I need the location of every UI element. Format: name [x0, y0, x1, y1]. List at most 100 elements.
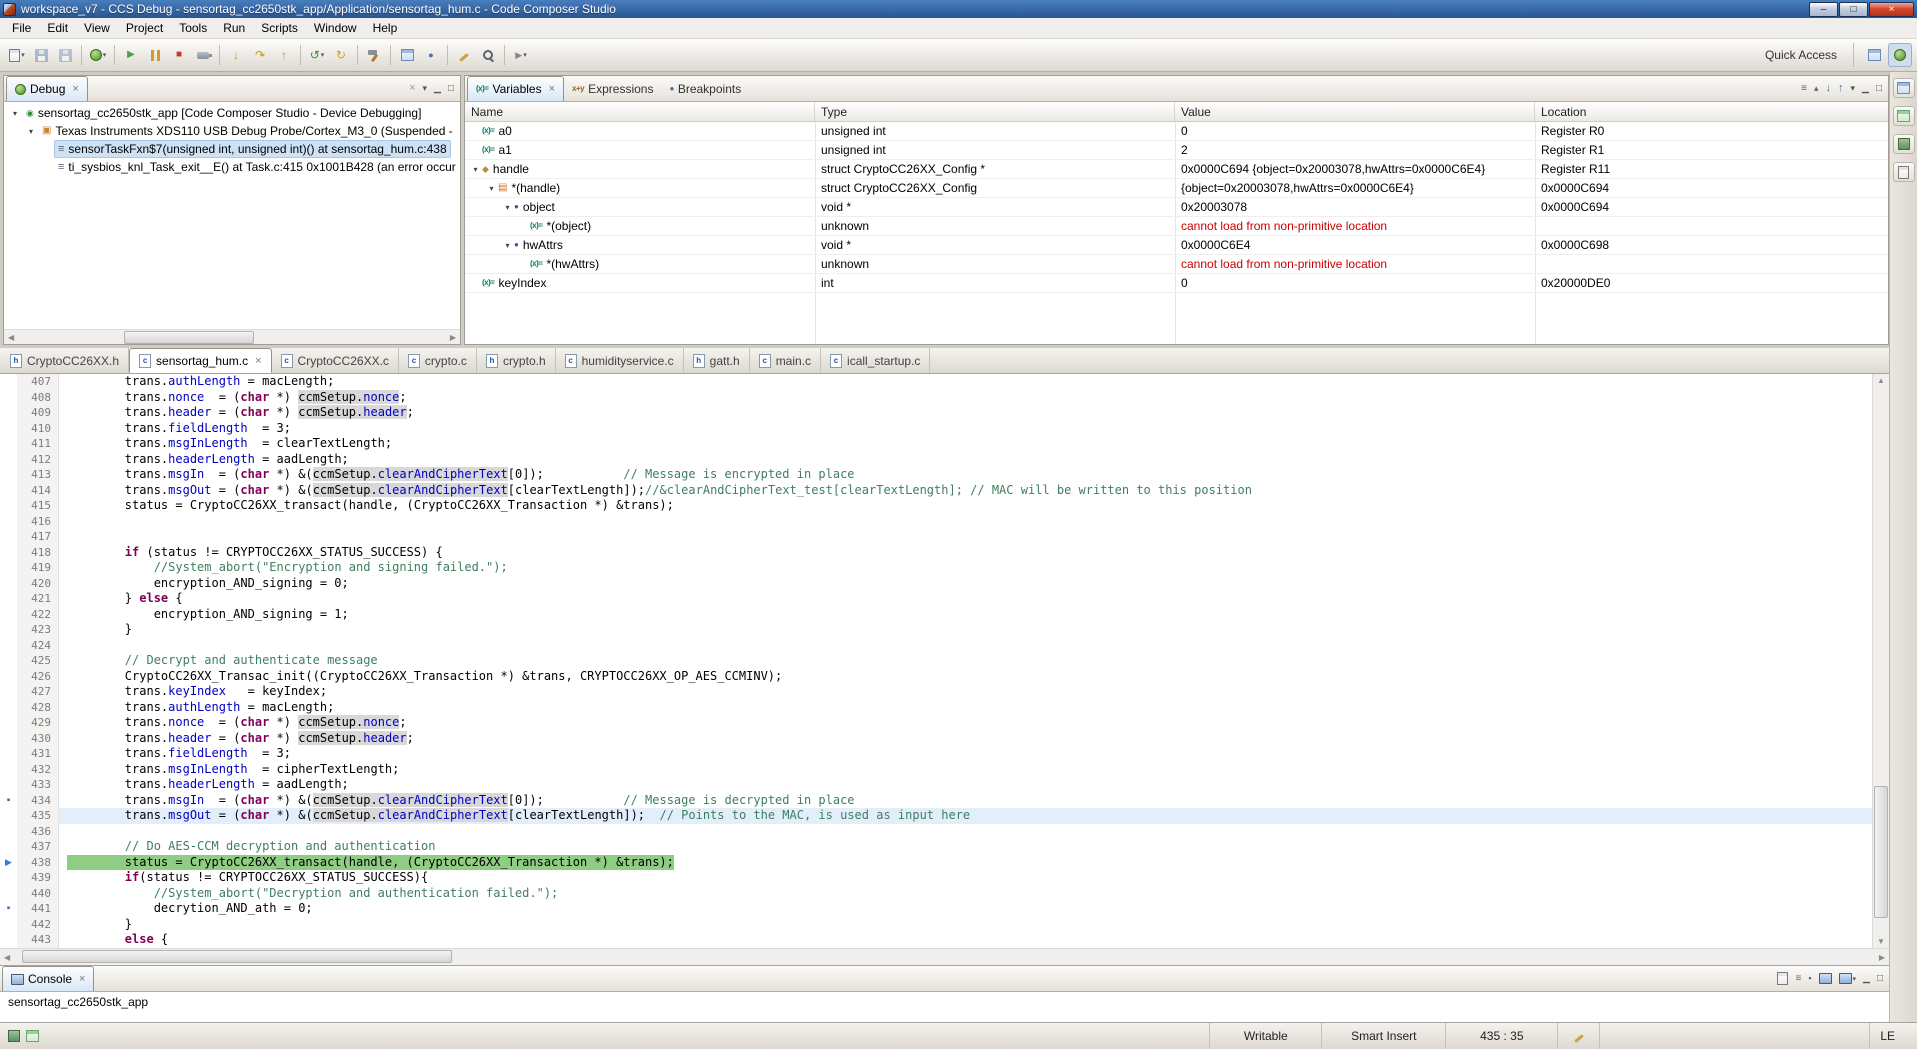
code-line[interactable]: 439 if(status != CRYPTOCC26XX_STATUS_SUC…	[0, 870, 1872, 886]
save-all-button[interactable]	[54, 43, 76, 67]
expand-arrow-icon[interactable]: ▾	[24, 127, 38, 136]
debug-tree-row[interactable]: ▾ ▣ Texas Instruments XDS110 USB Debug Pro…	[4, 122, 460, 140]
menu-run[interactable]: Run	[215, 19, 253, 37]
code-line[interactable]: ▪ 434 trans.msgIn = (char *) &(ccmSetup.c…	[0, 792, 1872, 808]
code-line[interactable]: 422 encryption_AND_signing = 1;	[0, 606, 1872, 622]
scroll-right-icon[interactable]: ▶	[1879, 953, 1885, 962]
variable-row[interactable]: (x)= a0 unsigned int 0 Register R0	[465, 122, 1888, 141]
clear-console-button[interactable]	[1777, 972, 1789, 985]
dropdown-arrow-icon[interactable]: ▾	[21, 51, 25, 59]
code-line[interactable]: 431 trans.fieldLength = 3;	[0, 746, 1872, 762]
code-line[interactable]: 410 trans.fieldLength = 3;	[0, 420, 1872, 436]
scroll-left-icon[interactable]: ◀	[8, 333, 14, 342]
editor-tab-CryptoCC26XX.c[interactable]: c CryptoCC26XX.c	[272, 348, 399, 373]
code-line[interactable]: 437 // Do AES-CCM decryption and authent…	[0, 839, 1872, 855]
editor-tab-main.c[interactable]: c main.c	[750, 348, 822, 373]
code-line[interactable]: 433 trans.headerLength = aadLength;	[0, 777, 1872, 793]
close-window-button[interactable]: ×	[1869, 1, 1914, 17]
menu-help[interactable]: Help	[365, 19, 406, 37]
code-line[interactable]: 426 CryptoCC26XX_Transac_init((CryptoCC2…	[0, 668, 1872, 684]
terminate-button[interactable]: ■	[168, 43, 190, 67]
column-header-location[interactable]: Location	[1535, 102, 1888, 121]
code-line[interactable]: 440 //System_abort("Decryption and authe…	[0, 885, 1872, 901]
dropdown-arrow-icon[interactable]: ▾	[103, 51, 107, 59]
code-line[interactable]: 429 trans.nonce = (char *) ccmSetup.nonc…	[0, 715, 1872, 731]
new-file-button[interactable]: ▾	[6, 43, 28, 67]
tree-item[interactable]: ▣ Texas Instruments XDS110 USB Debug Prob…	[38, 122, 460, 140]
minimized-view-3-button[interactable]	[1892, 134, 1915, 154]
maximize-view-button[interactable]: □	[448, 83, 454, 94]
search-button[interactable]	[477, 43, 499, 67]
variable-row[interactable]: (x)= *(object) unknown cannot load from non…	[465, 217, 1888, 236]
minimize-view-button[interactable]: ▁	[1862, 84, 1869, 93]
import-button[interactable]: ↓	[1826, 83, 1832, 94]
scroll-lock-button[interactable]: ≡	[1795, 973, 1801, 984]
editor-tab-crypto.c[interactable]: c crypto.c	[399, 348, 477, 373]
scroll-up-icon[interactable]: ▲	[1877, 376, 1885, 385]
tab-breakpoints[interactable]: ● Breakpoints	[661, 76, 749, 101]
resume-button[interactable]: ▶	[120, 43, 142, 67]
minimize-view-button[interactable]: ▁	[1863, 974, 1870, 983]
menu-scripts[interactable]: Scripts	[253, 19, 306, 37]
code-line[interactable]: 442 }	[0, 916, 1872, 932]
editor-tab-icall_startup.c[interactable]: c icall_startup.c	[821, 348, 931, 373]
tree-item[interactable]: ≡ ti_sysbios_knl_Task_exit__E() at Task.c…	[54, 158, 460, 176]
code-line[interactable]: 432 trans.msgInLength = cipherTextLength…	[0, 761, 1872, 777]
pin-console-button[interactable]: ▪	[1808, 974, 1811, 983]
tab-debug[interactable]: Debug ×	[6, 76, 88, 101]
expand-arrow-icon[interactable]: ▾	[8, 109, 22, 118]
code-line[interactable]: 436	[0, 823, 1872, 839]
close-view-icon[interactable]: ×	[549, 83, 555, 95]
code-line[interactable]: 424	[0, 637, 1872, 653]
editor-tab-gatt.h[interactable]: h gatt.h	[684, 348, 750, 373]
minimized-view-4-button[interactable]	[1892, 162, 1915, 182]
maximize-view-button[interactable]: □	[1876, 83, 1882, 94]
menu-window[interactable]: Window	[306, 19, 365, 37]
variable-row[interactable]: (x)= a1 unsigned int 2 Register R1	[465, 141, 1888, 160]
code-line[interactable]: 435 trans.msgOut = (char *) &(ccmSetup.c…	[0, 808, 1872, 824]
variable-row[interactable]: ▾ ◆ handle struct CryptoCC26XX_Config * 0x00…	[465, 160, 1888, 179]
display-selected-console-button[interactable]	[1818, 973, 1832, 984]
variable-row[interactable]: (x)= keyIndex int 0 0x20000DE0	[465, 274, 1888, 293]
scroll-right-icon[interactable]: ▶	[450, 333, 456, 342]
ccs-debug-perspective-button[interactable]	[1888, 43, 1912, 67]
code-line[interactable]: 415 status = CryptoCC26XX_transact(handl…	[0, 498, 1872, 514]
view-menu-button[interactable]: ▾	[423, 84, 428, 93]
debug-hscrollbar[interactable]: ◀ ▶	[4, 329, 460, 344]
code-line[interactable]: 408 trans.nonce = (char *) ccmSetup.nonc…	[0, 389, 1872, 405]
code-line[interactable]: ▪ 441 decrytion_AND_ath = 0;	[0, 901, 1872, 917]
editor-tab-sensortag_hum.c[interactable]: c sensortag_hum.c ×	[129, 348, 272, 373]
code-line[interactable]: 411 trans.msgInLength = clearTextLength;	[0, 436, 1872, 452]
column-header-name[interactable]: Name	[465, 102, 815, 121]
code-line[interactable]: 407 trans.authLength = macLength;	[0, 374, 1872, 390]
tree-item[interactable]: ≡ sensorTaskFxn$7(unsigned int, unsigned …	[54, 140, 451, 158]
scrollbar-thumb[interactable]	[22, 950, 452, 963]
code-line[interactable]: 425 // Decrypt and authenticate message	[0, 653, 1872, 669]
code-line[interactable]: 416	[0, 513, 1872, 529]
open-console-button[interactable]: ▾	[1838, 973, 1857, 984]
menu-tools[interactable]: Tools	[171, 19, 215, 37]
collapse-all-button[interactable]: ▴	[1814, 84, 1819, 93]
scroll-left-icon[interactable]: ◀	[4, 953, 10, 962]
step-over-button[interactable]: ↷	[249, 43, 271, 67]
code-line[interactable]: 421 } else {	[0, 591, 1872, 607]
code-line[interactable]: 428 trans.authLength = macLength;	[0, 699, 1872, 715]
editor-hscrollbar[interactable]: ◀ ▶	[0, 948, 1889, 965]
close-tab-icon[interactable]: ×	[255, 355, 261, 367]
editor-tab-CryptoCC26XX.h[interactable]: h CryptoCC26XX.h	[1, 348, 130, 373]
quick-access-button[interactable]: Quick Access	[1757, 45, 1845, 65]
code-line[interactable]: 419 //System_abort("Encryption and signi…	[0, 560, 1872, 576]
variable-row[interactable]: (x)= *(hwAttrs) unknown cannot load from no…	[465, 255, 1888, 274]
scrollbar-thumb[interactable]	[124, 331, 254, 344]
minimize-window-button[interactable]: –	[1809, 1, 1838, 17]
minimized-view-1-button[interactable]	[1892, 78, 1915, 98]
variable-row[interactable]: ▾ ● hwAttrs void * 0x0000C6E4 0x0000C698	[465, 236, 1888, 255]
maximize-view-button[interactable]: □	[1877, 973, 1883, 984]
refresh-button[interactable]: ↻	[330, 43, 352, 67]
minimized-view-2-button[interactable]	[1892, 106, 1915, 126]
dropdown-arrow-icon[interactable]: ▾	[1853, 975, 1857, 983]
code-line[interactable]: ▶ 438 status = CryptoCC26XX_transact(hand…	[0, 854, 1872, 870]
save-button[interactable]	[30, 43, 52, 67]
view-menu-button[interactable]: ▾	[1851, 84, 1856, 93]
breakpoint-button[interactable]: ●	[420, 43, 442, 67]
